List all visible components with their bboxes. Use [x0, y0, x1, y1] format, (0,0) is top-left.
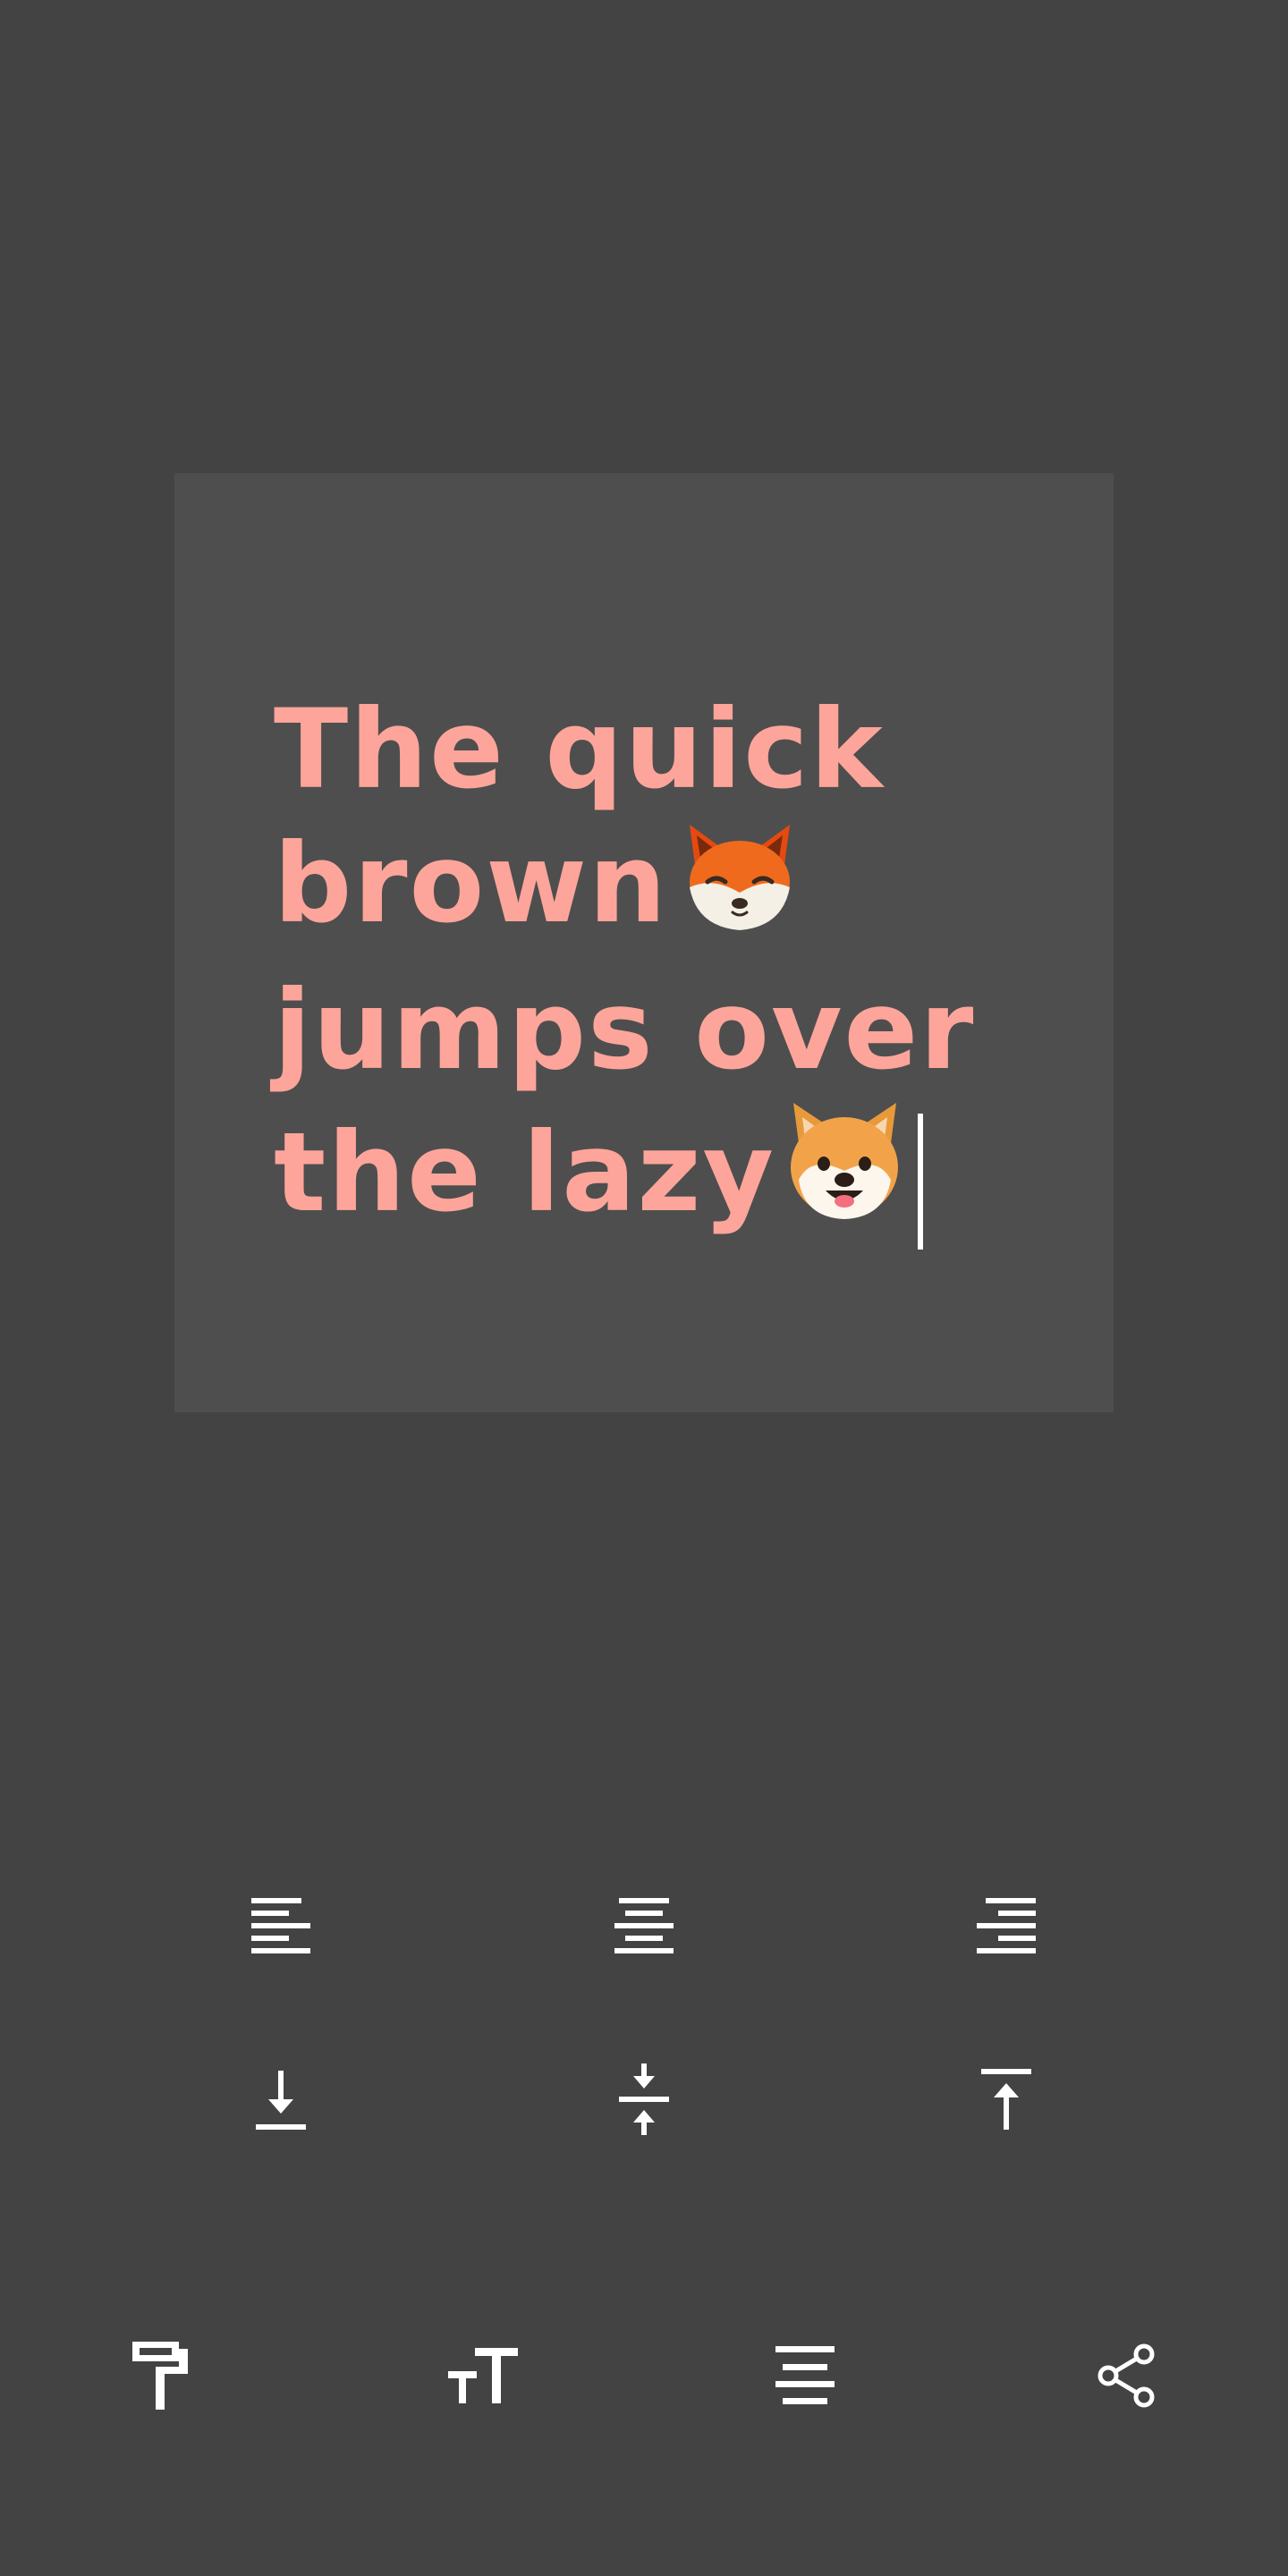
paint-style-button[interactable] [107, 2322, 215, 2429]
align-top-button[interactable] [953, 2046, 1060, 2153]
text-size-button[interactable] [429, 2322, 537, 2429]
editable-text[interactable]: The quick brown jumps over the lazy [274, 682, 1043, 1252]
text-line-1: The quick [274, 686, 885, 813]
align-right-icon [977, 1895, 1036, 1954]
text-align-icon [775, 2346, 835, 2405]
text-canvas[interactable]: The quick brown jumps over the lazy [174, 473, 1114, 1412]
text-cursor [918, 1114, 924, 1250]
dog-emoji-icon [784, 1097, 905, 1252]
text-line-4: the lazy [274, 1109, 776, 1236]
align-bottom-icon [254, 2067, 308, 2131]
share-button[interactable] [1072, 2322, 1180, 2429]
text-line-2: brown [274, 820, 668, 947]
fox-emoji-icon [677, 818, 802, 963]
text-line-3: jumps over [274, 967, 976, 1094]
align-right-button[interactable] [953, 1871, 1060, 1979]
align-top-icon [979, 2067, 1033, 2131]
text-align-button[interactable] [751, 2322, 859, 2429]
share-icon [1096, 2343, 1157, 2408]
align-left-icon [251, 1895, 310, 1954]
align-center-icon [614, 1895, 674, 1954]
align-bottom-button[interactable] [227, 2046, 335, 2153]
align-center-button[interactable] [590, 1871, 698, 1979]
align-middle-button[interactable] [590, 2046, 698, 2153]
align-middle-icon [617, 2063, 671, 2135]
paint-roller-icon [132, 2342, 190, 2410]
align-left-button[interactable] [227, 1871, 335, 1979]
text-size-icon [448, 2348, 518, 2403]
